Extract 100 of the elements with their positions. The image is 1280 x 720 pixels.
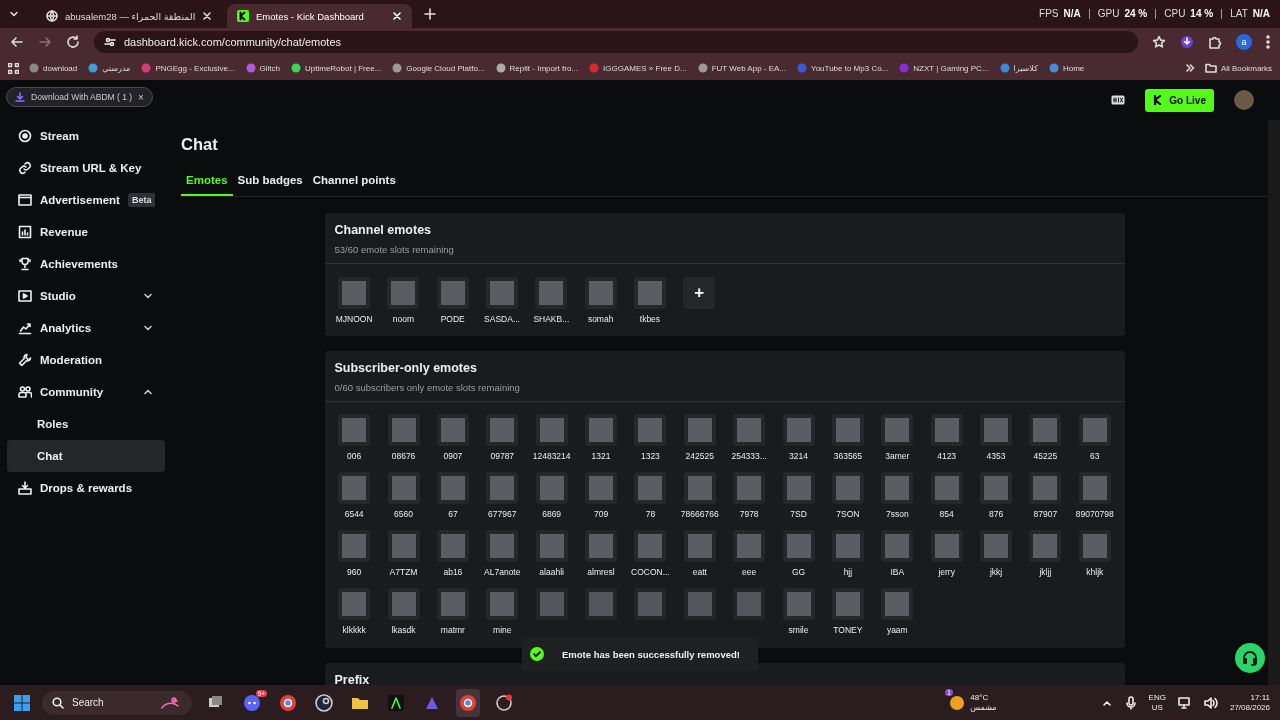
emote-image[interactable]: [634, 530, 667, 562]
language-indicator[interactable]: ENG US: [1148, 692, 1166, 713]
emote-image[interactable]: [436, 472, 469, 504]
microphone-icon[interactable]: [1124, 695, 1137, 710]
emote-image[interactable]: [1078, 530, 1111, 562]
emote-image[interactable]: [338, 472, 371, 504]
emote-image[interactable]: [585, 414, 617, 446]
emote-image[interactable]: [535, 414, 568, 446]
emote-image[interactable]: [980, 472, 1012, 504]
star-icon[interactable]: [1152, 35, 1166, 49]
emote-image[interactable]: [436, 277, 469, 309]
emote-image[interactable]: [1029, 472, 1062, 504]
clock[interactable]: 17:11 27/08/2026: [1229, 692, 1270, 713]
emote-image[interactable]: [733, 530, 766, 562]
emote-image[interactable]: [930, 530, 963, 562]
sidebar-item[interactable]: Advertisement Beta: [7, 184, 165, 216]
emote-image[interactable]: [634, 588, 667, 620]
emote-image[interactable]: [733, 472, 766, 504]
emote-image[interactable]: [1078, 472, 1111, 504]
close-button[interactable]: ×: [138, 91, 144, 103]
speaker-icon[interactable]: [1203, 696, 1218, 709]
bookmark[interactable]: Replit - Import fro...: [495, 63, 579, 73]
download-icon[interactable]: [1180, 35, 1194, 49]
app-icon[interactable]: [495, 693, 513, 712]
go-live-button[interactable]: Go Live: [1145, 88, 1214, 112]
emote-image[interactable]: [782, 472, 815, 504]
emote-image[interactable]: [486, 530, 519, 562]
headset-icon[interactable]: [1235, 643, 1265, 673]
emote-image[interactable]: [436, 414, 469, 446]
tab[interactable]: Sub badges: [232, 174, 308, 196]
emote-image[interactable]: [1078, 414, 1111, 446]
bookmark[interactable]: FUT Web App - EA...: [697, 63, 787, 73]
emote-image[interactable]: [881, 414, 914, 446]
emote-image[interactable]: [634, 472, 667, 504]
emote-image[interactable]: [338, 530, 371, 562]
emote-image[interactable]: [338, 588, 371, 620]
emote-image[interactable]: [930, 414, 963, 446]
emote-image[interactable]: [1029, 530, 1062, 562]
sidebar-item[interactable]: Studio: [7, 280, 165, 312]
more-icon[interactable]: [1266, 35, 1270, 49]
emote-image[interactable]: [535, 277, 568, 309]
emote-image[interactable]: [634, 414, 667, 446]
bookmark[interactable]: Glitch: [245, 63, 280, 73]
close-icon[interactable]: [202, 11, 213, 21]
emote-image[interactable]: [733, 588, 766, 620]
scrollbar[interactable]: [1268, 120, 1280, 685]
sidebar-item[interactable]: Community: [7, 376, 165, 408]
reload-icon[interactable]: [66, 35, 80, 49]
emote-image[interactable]: [387, 472, 420, 504]
browser-tab[interactable]: abusalem28 — المنطقة الحمراء: [36, 4, 221, 28]
chevrons-icon[interactable]: [1184, 63, 1195, 73]
emote-image[interactable]: [535, 588, 568, 620]
emote-image[interactable]: [486, 588, 519, 620]
add-emote-button[interactable]: +: [683, 277, 716, 309]
emote-image[interactable]: [486, 472, 519, 504]
emote-image[interactable]: [585, 472, 617, 504]
emote-image[interactable]: [881, 472, 914, 504]
user-avatar[interactable]: [1234, 90, 1254, 110]
emote-image[interactable]: [486, 277, 519, 309]
network-icon[interactable]: [1177, 696, 1192, 709]
all-bookmarks-button[interactable]: All Bookmarks: [1204, 63, 1272, 73]
bookmark[interactable]: مدرستي: [88, 63, 131, 73]
sidebar-item[interactable]: Achievements: [7, 248, 165, 280]
emote-image[interactable]: [436, 530, 469, 562]
emote-image[interactable]: [881, 530, 914, 562]
emote-image[interactable]: [733, 414, 766, 446]
bookmark[interactable]: كلاسيرا: [999, 63, 1038, 73]
emote-image[interactable]: [881, 588, 914, 620]
app-icon[interactable]: [387, 693, 405, 712]
sidebar-item[interactable]: Drops & rewards: [7, 472, 165, 504]
bookmark[interactable]: UptimeRobot | Free...: [291, 63, 382, 73]
plus-icon[interactable]: [424, 8, 436, 20]
puzzle-icon[interactable]: [1208, 35, 1222, 49]
emote-image[interactable]: [683, 472, 716, 504]
emote-image[interactable]: [782, 588, 815, 620]
emote-image[interactable]: [980, 414, 1012, 446]
bookmark[interactable]: PNGEgg - Exclusive...: [141, 63, 235, 73]
sidebar-item[interactable]: Analytics: [7, 312, 165, 344]
tab[interactable]: Channel points: [307, 174, 401, 196]
emote-image[interactable]: [436, 588, 469, 620]
bookmark[interactable]: Google Cloud Platfo...: [392, 63, 485, 73]
forward-icon[interactable]: [38, 35, 52, 49]
emote-image[interactable]: [831, 472, 864, 504]
emote-image[interactable]: [387, 588, 420, 620]
emote-image[interactable]: [831, 414, 864, 446]
bookmark[interactable]: Home: [1048, 63, 1085, 73]
apps-grid-icon[interactable]: [8, 62, 19, 74]
emote-image[interactable]: [387, 530, 420, 562]
emote-image[interactable]: [1029, 414, 1062, 446]
bookmark[interactable]: YouTube to Mp3 Co...: [797, 63, 889, 73]
back-icon[interactable]: [10, 35, 24, 49]
sidebar-item[interactable]: Moderation: [7, 344, 165, 376]
browser-tab[interactable]: Emotes - Kick Dashboard: [227, 4, 412, 28]
emote-image[interactable]: [782, 414, 815, 446]
emote-image[interactable]: [683, 530, 716, 562]
emote-image[interactable]: [387, 277, 420, 309]
profile-avatar[interactable]: a: [1236, 34, 1252, 50]
sidebar-item[interactable]: Chat: [7, 440, 165, 472]
emote-image[interactable]: [782, 530, 815, 562]
emote-image[interactable]: [535, 530, 568, 562]
